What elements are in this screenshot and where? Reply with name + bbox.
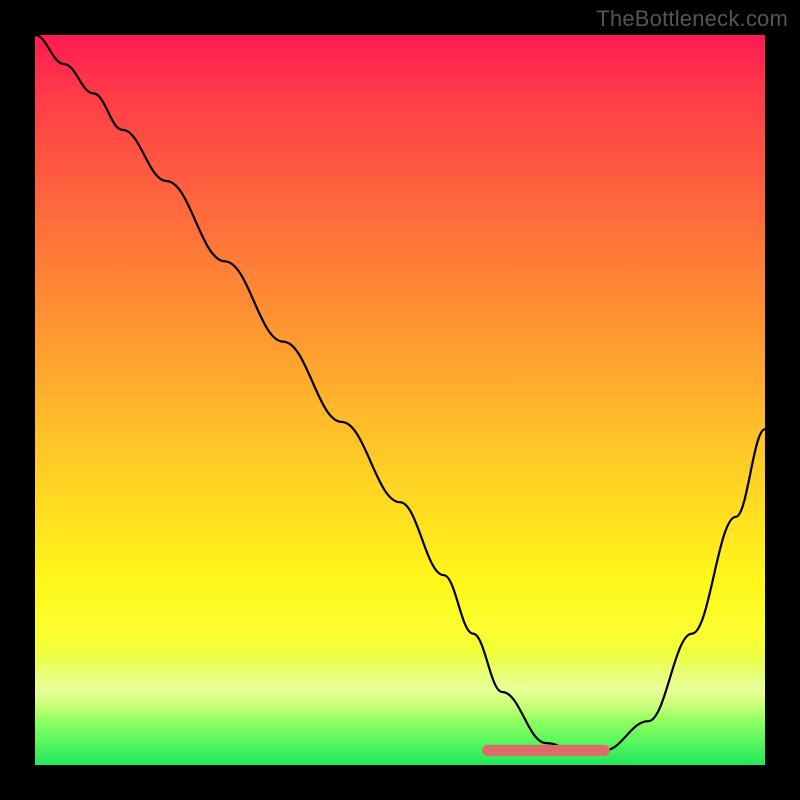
bottleneck-curve-path [35,35,765,750]
watermark-text: TheBottleneck.com [596,6,788,32]
chart-frame: TheBottleneck.com [0,0,800,800]
curve-svg [35,35,765,765]
plot-area [35,35,765,765]
